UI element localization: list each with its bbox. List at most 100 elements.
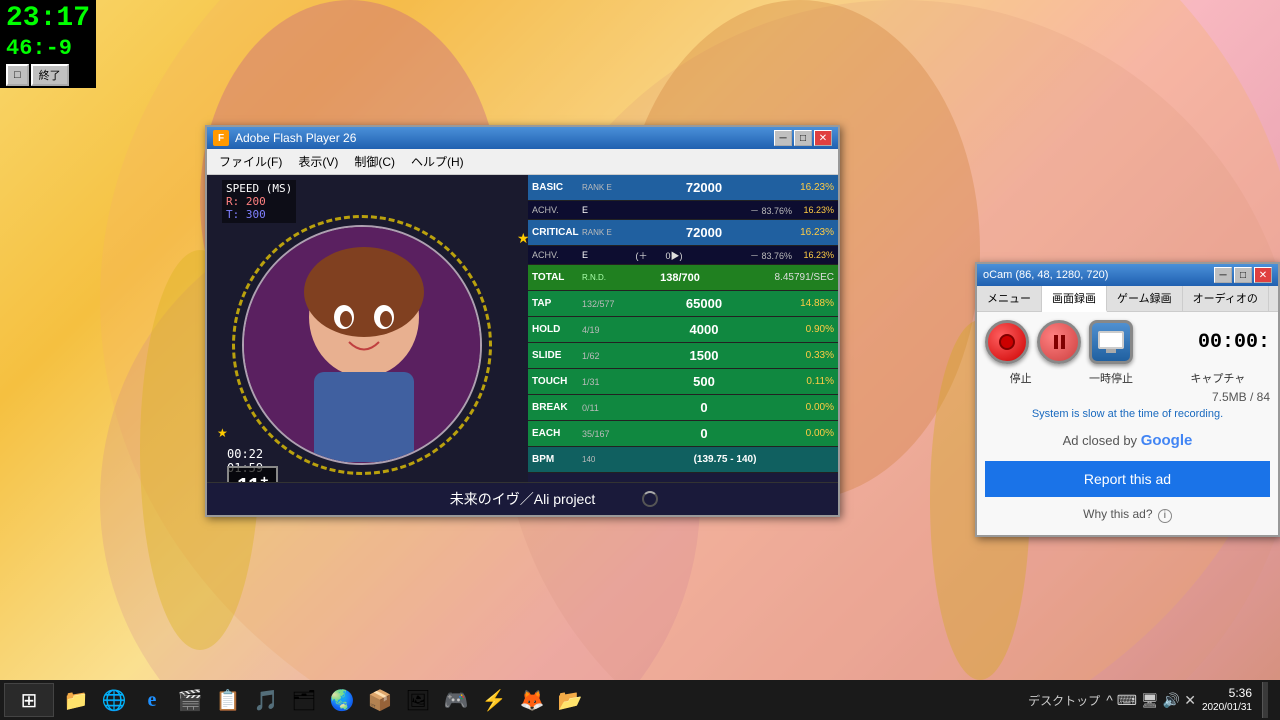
minimize-button[interactable]: ─ [774, 130, 792, 146]
tab-menu[interactable]: メニュー [977, 286, 1042, 311]
bpm-row: BPM 140 (139.75 - 140) [528, 447, 838, 473]
start-button[interactable]: ⊞ [4, 683, 54, 717]
firefox-icon: 🦊 [520, 688, 545, 713]
taskbar-icon-folder[interactable]: 📂 [552, 682, 588, 718]
slide-label: SLIDE [528, 350, 582, 361]
menu-help[interactable]: ヘルプ(H) [403, 151, 472, 172]
each-val: 35/167 [582, 429, 612, 439]
menu-control[interactable]: 制御(C) [346, 151, 403, 172]
break-label: BREAK [528, 402, 582, 413]
taskbar-icon-media[interactable]: 🎬 [172, 682, 208, 718]
score-table: BASIC RANK E 72000 16.23% ACHV. E － 83.7… [528, 175, 838, 515]
basic-achv-pct: 16.23% [796, 205, 838, 215]
taskbar-icon-app8[interactable]: 🌏 [324, 682, 360, 718]
media-icon: 🎬 [178, 688, 203, 713]
clock-end-button[interactable]: 終了 [31, 64, 69, 86]
pause-label: 一時停止 [1089, 370, 1133, 386]
taskbar-icon-game[interactable]: 🎮 [438, 682, 474, 718]
windows-logo-icon: ⊞ [21, 688, 38, 713]
basic-achv-detail: － 83.76% [706, 204, 796, 217]
ocam-pause-button[interactable] [1037, 320, 1081, 364]
tray-volume-icon[interactable]: 🔊 [1163, 692, 1180, 709]
ocam-maximize-button[interactable]: □ [1234, 267, 1252, 283]
clock-time: 23:17 [6, 2, 90, 36]
taskbar-icon-browser1[interactable]: 🌐 [96, 682, 132, 718]
tab-game-rec[interactable]: ゲーム録画 [1107, 286, 1183, 311]
show-desktop-button[interactable] [1262, 682, 1268, 718]
desktop-show-label: デスクトップ [1028, 692, 1100, 709]
critical-score: 72000 [612, 225, 796, 240]
menu-file[interactable]: ファイル(F) [211, 151, 290, 172]
app5-icon: 📋 [216, 688, 241, 713]
taskbar-icon-app5[interactable]: 📋 [210, 682, 246, 718]
menu-view[interactable]: 表示(V) [290, 151, 346, 172]
taskbar-icon-firefox[interactable]: 🦊 [514, 682, 550, 718]
hold-pct: 0.90% [796, 324, 838, 335]
star-decoration-2: ★ [217, 426, 228, 440]
flash-menubar: ファイル(F) 表示(V) 制御(C) ヘルプ(H) [207, 149, 838, 175]
slide-score: 1500 [612, 348, 796, 363]
taskbar-icon-flash[interactable]: ⚡ [476, 682, 512, 718]
taskbar-pinned-icons: 📁 🌐 e 🎬 📋 🎵 🗂 🌏 📦 🖼 🎮 [58, 682, 1028, 718]
tray-network-icon[interactable]: 🖥 [1141, 692, 1159, 709]
touch-score: 500 [612, 374, 796, 389]
hold-val: 4/19 [582, 325, 612, 335]
taskbar-icon-explorer[interactable]: 📁 [58, 682, 94, 718]
basic-score: 72000 [612, 180, 796, 195]
tab-screen-rec[interactable]: 画面録画 [1042, 286, 1107, 312]
basic-achv-rank: E [582, 205, 612, 215]
stop-label: 停止 [1010, 370, 1032, 386]
taskbar-icon-app6[interactable]: 🎵 [248, 682, 284, 718]
total-rnd: R.N.D. [582, 273, 612, 282]
app8-icon: 🌏 [330, 688, 355, 713]
browser1-icon: 🌐 [102, 688, 127, 713]
basic-achv-row: ACHV. E － 83.76% 16.23% [528, 201, 838, 220]
taskbar-icon-app10[interactable]: 🖼 [400, 682, 436, 718]
report-ad-button[interactable]: Report this ad [985, 461, 1270, 497]
each-label: EACH [528, 428, 582, 439]
hold-score: 4000 [612, 322, 796, 337]
ocam-titlebar: oCam (86, 48, 1280, 720) ─ □ ✕ [977, 264, 1278, 286]
taskbar-icon-app9[interactable]: 📦 [362, 682, 398, 718]
tray-close-icon[interactable]: ✕ [1184, 692, 1196, 709]
close-button[interactable]: ✕ [814, 130, 832, 146]
taskbar-clock[interactable]: 5:36 2020/01/31 [1202, 685, 1252, 716]
tray-app1-icon[interactable]: ⌨ [1117, 692, 1137, 709]
break-pct: 0.00% [796, 402, 838, 413]
why-this-ad[interactable]: Why this ad? i [985, 503, 1270, 527]
critical-achv-label: ACHV. [528, 250, 582, 260]
timer-current: 00:22 [227, 447, 263, 461]
taskbar-icon-browser2[interactable]: e [134, 682, 170, 718]
record-button-inner [999, 334, 1015, 350]
ocam-capture-button[interactable] [1089, 320, 1133, 364]
hold-score-row: HOLD 4/19 4000 0.90% [528, 317, 838, 343]
ocam-content: 00:00: 停止 一時停止 キャプチャ 7.5MB / 84 System i… [977, 312, 1278, 535]
basic-pct: 16.23% [796, 182, 838, 193]
ocam-tab-bar: メニュー 画面録画 ゲーム録画 オーディオの [977, 286, 1278, 312]
critical-achv-rank: E [582, 250, 612, 260]
tray-chevron-icon[interactable]: ^ [1106, 692, 1113, 708]
capture-label: キャプチャ [1190, 370, 1245, 386]
taskbar-icon-app7[interactable]: 🗂 [286, 682, 322, 718]
critical-achv-combo: (＋ 0▶) [612, 249, 706, 262]
each-score-row: EACH 35/167 0 0.00% [528, 421, 838, 447]
tray-icons: ^ ⌨ 🖥 🔊 ✕ [1106, 692, 1196, 709]
song-title-bar: 未来のイヴ／Ali project [207, 482, 838, 515]
tap-score-row: TAP 132/577 65000 14.88% [528, 291, 838, 317]
pause-bar-left [1054, 335, 1058, 349]
ocam-minimize-button[interactable]: ─ [1214, 267, 1232, 283]
ocam-recording-controls: 00:00: [985, 320, 1270, 364]
why-ad-info-icon: i [1158, 509, 1172, 523]
tap-label: TAP [528, 298, 582, 309]
ocam-record-button[interactable] [985, 320, 1029, 364]
taskbar-time: 5:36 [1202, 685, 1252, 702]
maximize-button[interactable]: □ [794, 130, 812, 146]
clock-minimize-button[interactable]: □ [6, 64, 29, 86]
ocam-close-button[interactable]: ✕ [1254, 267, 1272, 283]
critical-achv-pct: 16.23% [796, 250, 838, 260]
critical-rank: RANK E [582, 228, 612, 237]
critical-achv-row: ACHV. E (＋ 0▶) － 83.76% 16.23% [528, 246, 838, 265]
clock-timer: 46:-9 [6, 36, 90, 62]
tab-audio[interactable]: オーディオの [1183, 286, 1269, 311]
break-val: 0/11 [582, 403, 612, 413]
